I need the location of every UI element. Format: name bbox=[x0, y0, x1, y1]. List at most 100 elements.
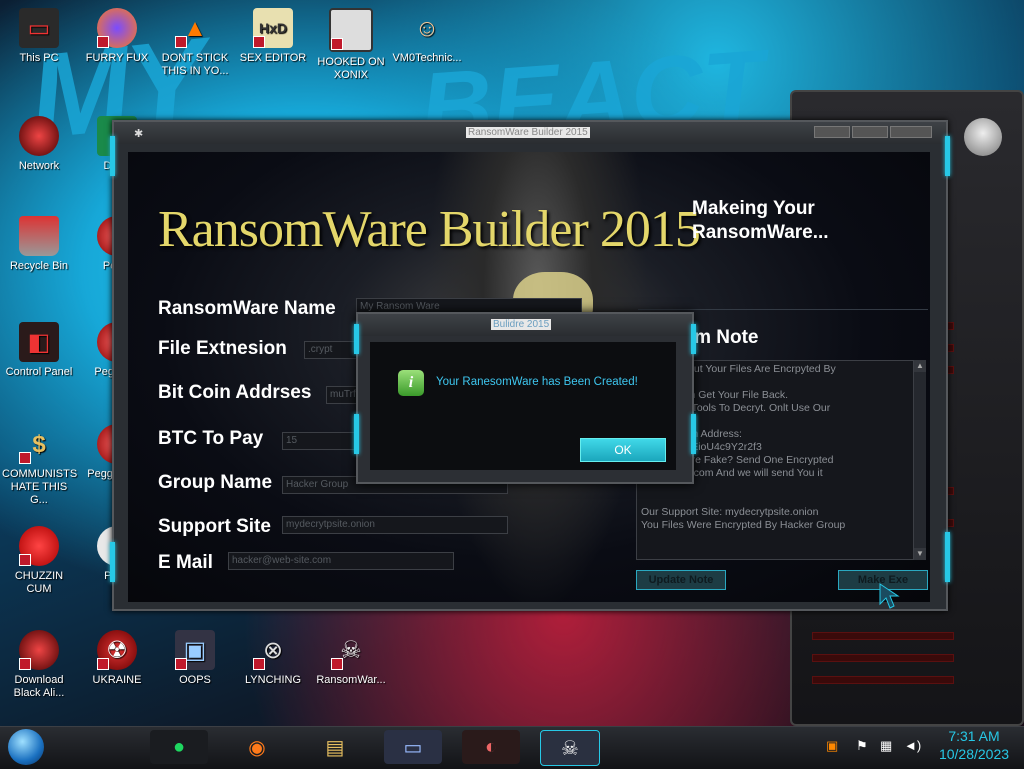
desktop-icon-recycle-bin[interactable]: Recycle Bin bbox=[2, 216, 76, 273]
alienware-logo-icon bbox=[964, 118, 1002, 156]
computer-icon: ▭ bbox=[19, 8, 59, 48]
desktop-icon-dont-stick[interactable]: ▲ DONT STICK THIS IN YO... bbox=[158, 8, 232, 78]
accent-light bbox=[691, 324, 696, 354]
accent-light bbox=[945, 136, 950, 176]
icon-label: FURRY FUX bbox=[85, 52, 149, 64]
desktop-icon-network[interactable]: Network bbox=[2, 116, 76, 173]
desktop-icon-furry-fux[interactable]: FURRY FUX bbox=[80, 8, 154, 65]
flag-icon[interactable]: ⚑ bbox=[856, 738, 868, 754]
firefox-icon bbox=[97, 8, 137, 48]
app-banner-title: RansomWare Builder 2015 bbox=[158, 201, 701, 258]
desktop-icon-chuzzin-cum[interactable]: CHUZZIN CUM bbox=[2, 526, 76, 596]
label-file-extension: File Extnesion bbox=[158, 338, 287, 359]
alien-icon bbox=[19, 630, 59, 670]
close-button[interactable] bbox=[890, 126, 932, 138]
desktop-icon-lynching[interactable]: ⊗ LYNCHING bbox=[236, 630, 310, 687]
icon-label: HOOKED ON XONIX bbox=[317, 56, 385, 81]
icon-label: Control Panel bbox=[5, 366, 73, 378]
maximize-button[interactable] bbox=[852, 126, 888, 138]
meter-bar bbox=[812, 654, 954, 662]
desktop-icon-download-black-alien[interactable]: Download Black Ali... bbox=[2, 630, 76, 700]
icon-label: OOPS bbox=[179, 674, 211, 686]
taskbar-file-explorer-button[interactable]: ▤ bbox=[306, 730, 364, 764]
money-bag-icon: $ bbox=[19, 424, 59, 464]
scroll-up-icon[interactable]: ▲ bbox=[914, 360, 926, 372]
desktop-icon-ukraine[interactable]: ☢ UKRAINE bbox=[80, 630, 154, 687]
label-email: E Mail bbox=[158, 552, 213, 573]
dialog-title: Bulidre 2015 bbox=[491, 319, 552, 330]
taskbar-app-button[interactable]: ▭ bbox=[384, 730, 442, 764]
desktop-icon-hooked-on-xonix[interactable]: HOOKED ON XONIX bbox=[314, 8, 388, 82]
note-line: You Files Were Encrypted By Hacker Group bbox=[641, 519, 846, 531]
desktop-icon-control-panel[interactable]: ◧ Control Panel bbox=[2, 322, 76, 379]
accent-light bbox=[354, 324, 359, 354]
success-dialog: Bulidre 2015 i Your RanesomWare has Been… bbox=[354, 312, 696, 484]
label-btc-to-pay: BTC To Pay bbox=[158, 428, 264, 449]
app-menu-icon[interactable]: ✱ bbox=[134, 127, 146, 140]
start-orb-button[interactable] bbox=[8, 729, 44, 765]
support-site-input[interactable]: mydecrytpsite.onion bbox=[282, 516, 508, 534]
accent-light bbox=[110, 542, 115, 582]
label-group-name: Group Name bbox=[158, 472, 273, 493]
btc-amount-input[interactable]: 15 bbox=[282, 432, 364, 450]
taskbar-media-button[interactable]: ◐ bbox=[462, 730, 520, 764]
note-line: Our Support Site: mydecrytpsite.onion bbox=[641, 506, 819, 518]
note-scrollbar[interactable]: ▲ ▼ bbox=[913, 360, 926, 560]
icon-label: VM0Technic... bbox=[392, 52, 462, 64]
desktop-icon-communists[interactable]: $ COMMUNISTS HATE THIS G... bbox=[2, 424, 78, 507]
desktop-icon-vm0technic[interactable]: ☺ VM0Technic... bbox=[390, 8, 464, 65]
label-ransomware-name: RansomWare Name bbox=[158, 298, 336, 319]
monitor-icon: ▣ bbox=[175, 630, 215, 670]
volume-icon[interactable]: ◄) bbox=[904, 738, 921, 753]
taskbar-spotify-button[interactable]: ● bbox=[150, 730, 208, 764]
clock-date: 10/28/2023 bbox=[938, 746, 1010, 762]
tray-app-icon[interactable]: ▣ bbox=[826, 738, 838, 754]
network-tray-icon[interactable]: ▦ bbox=[880, 738, 892, 754]
label-support-site: Support Site bbox=[158, 516, 271, 537]
radiation-icon: ☢ bbox=[97, 630, 137, 670]
ok-button[interactable]: OK bbox=[580, 438, 666, 462]
taskbar-ransomware-button[interactable]: ☠ bbox=[540, 730, 600, 766]
icon-label: CHUZZIN CUM bbox=[14, 570, 64, 595]
icon-label: SEX EDITOR bbox=[239, 52, 307, 64]
note-line bbox=[641, 493, 911, 506]
info-icon: i bbox=[398, 370, 424, 396]
scroll-down-icon[interactable]: ▼ bbox=[914, 548, 926, 560]
desktop-icon-this-pc[interactable]: ▭ This PC bbox=[2, 8, 76, 65]
dialog-titlebar[interactable]: Bulidre 2015 bbox=[358, 314, 692, 336]
taskbar-firefox-button[interactable]: ◉ bbox=[228, 730, 286, 764]
label-bitcoin-address: Bit Coin Addrses bbox=[158, 382, 312, 403]
vlc-cone-icon: ▲ bbox=[175, 8, 215, 48]
window-titlebar[interactable]: ✱ RansomWare Builder 2015 bbox=[114, 122, 946, 144]
icon-label: Network bbox=[18, 160, 60, 172]
clock-time: 7:31 AM bbox=[948, 728, 1000, 744]
hex-editor-icon: HxD bbox=[253, 8, 293, 48]
accent-light bbox=[354, 414, 359, 454]
icon-label: LYNCHING bbox=[244, 674, 302, 686]
email-input[interactable]: hacker@web-site.com bbox=[228, 552, 454, 570]
icon-label: COMMUNISTS HATE THIS G... bbox=[2, 468, 78, 506]
xonix-game-icon bbox=[329, 8, 373, 52]
update-note-button[interactable]: Update Note bbox=[636, 570, 726, 590]
network-icon bbox=[19, 116, 59, 156]
dialog-body: i Your RanesomWare has Been Created! OK bbox=[370, 342, 676, 470]
icon-label: UKRAINE bbox=[92, 674, 142, 686]
accent-light bbox=[691, 414, 696, 454]
desktop-icon-sex-editor[interactable]: HxD SEX EDITOR bbox=[236, 8, 310, 65]
icon-label: Download Black Ali... bbox=[13, 674, 65, 699]
meter-bar bbox=[812, 632, 954, 640]
icon-label: RansomWar... bbox=[316, 674, 386, 686]
taskbar-clock[interactable]: 7:31 AM 10/28/2023 bbox=[928, 727, 1020, 763]
window-title: RansomWare Builder 2015 bbox=[466, 127, 590, 138]
mouse-cursor-icon bbox=[879, 583, 900, 609]
meter-bar bbox=[812, 676, 954, 684]
chuzzle-icon bbox=[19, 526, 59, 566]
dialog-message: Your RanesomWare has Been Created! bbox=[436, 376, 638, 388]
minimize-button[interactable] bbox=[814, 126, 850, 138]
desktop-icon-oops[interactable]: ▣ OOPS bbox=[158, 630, 232, 687]
icon-label: Recycle Bin bbox=[9, 260, 69, 272]
skull-icon: ☠ bbox=[331, 630, 371, 670]
divider bbox=[638, 309, 928, 310]
desktop-icon-ransomware[interactable]: ☠ RansomWar... bbox=[314, 630, 388, 687]
recycle-bin-icon bbox=[19, 216, 59, 256]
